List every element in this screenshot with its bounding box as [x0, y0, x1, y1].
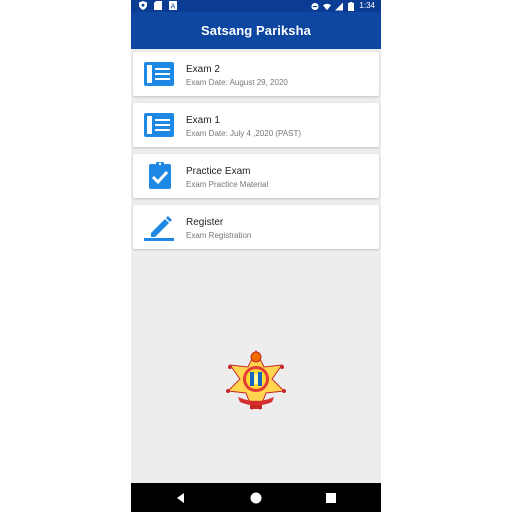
app-logo: [226, 349, 286, 411]
status-bar: A 1:34: [131, 0, 381, 12]
menu-item-practice-exam[interactable]: Practice Exam Exam Practice Material: [133, 154, 379, 198]
menu-item-title: Exam 1: [186, 115, 220, 126]
menu-item-subtitle: Exam Date: August 29, 2020: [186, 78, 288, 87]
app-title: Satsang Pariksha: [201, 23, 311, 38]
battery-icon: [348, 1, 355, 11]
navigation-bar: [131, 483, 381, 512]
sd-card-icon: [154, 1, 162, 10]
menu-item-title: Register: [186, 217, 224, 228]
signal-icon: [335, 2, 344, 10]
document-icon: [144, 113, 174, 137]
back-icon[interactable]: [173, 490, 189, 506]
home-icon[interactable]: [248, 490, 264, 506]
do-not-disturb-icon: [311, 2, 319, 10]
clipboard-check-icon: [149, 162, 171, 189]
menu-item-subtitle: Exam Registration: [186, 231, 252, 240]
menu-item-title: Exam 2: [186, 64, 220, 75]
menu-item-subtitle: Exam Date: July 4 ,2020 (PAST): [186, 129, 302, 138]
document-icon: [144, 62, 174, 86]
svg-text:A: A: [171, 3, 176, 11]
menu-item-title: Practice Exam: [186, 166, 251, 177]
menu-item-exam-2[interactable]: Exam 2 Exam Date: August 29, 2020: [133, 52, 379, 96]
wifi-icon: [323, 3, 332, 10]
status-time: 1:34: [359, 1, 375, 10]
menu-item-subtitle: Exam Practice Material: [186, 180, 269, 189]
phone-screen: A 1:34 Satsang Pariksha Exam 2 Exam Date…: [131, 0, 381, 512]
app-bar: Satsang Pariksha: [131, 12, 381, 49]
shield-icon: [139, 1, 147, 10]
menu-item-register[interactable]: Register Exam Registration: [133, 205, 379, 249]
menu-item-exam-1[interactable]: Exam 1 Exam Date: July 4 ,2020 (PAST): [133, 103, 379, 147]
translate-icon: A: [169, 1, 177, 10]
recents-icon[interactable]: [323, 490, 339, 506]
pencil-icon: [144, 216, 174, 241]
